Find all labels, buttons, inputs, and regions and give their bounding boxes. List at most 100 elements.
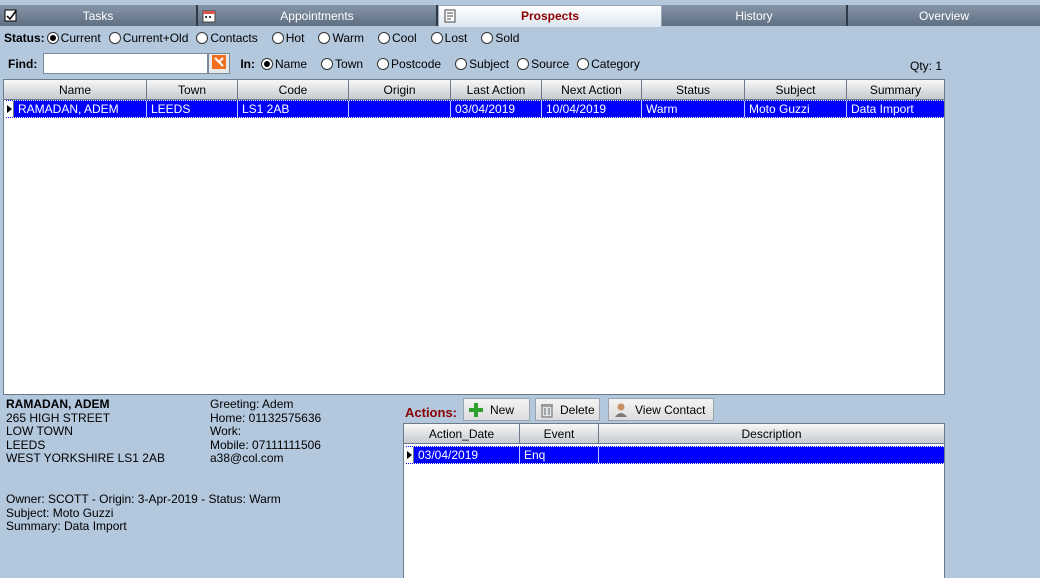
column-header-next-action[interactable]: Next Action [542, 80, 642, 99]
radio-button[interactable] [577, 57, 590, 70]
checkbox-icon [4, 8, 18, 22]
find-radio-postcode[interactable]: Postcode [377, 57, 441, 71]
summary-line: Summary: Data Import [6, 519, 127, 533]
cell-next-action[interactable]: 10/04/2019 [542, 101, 642, 117]
find-radio-town[interactable]: Town [321, 57, 363, 71]
cell-name[interactable]: RAMADAN, ADEM [14, 101, 147, 117]
column-header-event[interactable]: Event [520, 424, 599, 443]
radio-label: Category [591, 56, 640, 71]
row-indicator-icon [4, 101, 14, 117]
tab-appointments[interactable]: Appointments [198, 5, 438, 26]
quantity-count: Qty: 1 [910, 59, 943, 73]
calendar-icon [202, 8, 216, 23]
find-radio-subject[interactable]: Subject [455, 57, 509, 71]
radio-label: Name [275, 56, 308, 71]
cell-status[interactable]: Warm [642, 101, 745, 117]
column-header-action-date[interactable]: Action_Date [404, 424, 520, 443]
radio-label: Warm [332, 31, 364, 45]
radio-button[interactable] [261, 57, 273, 70]
column-header-last-action[interactable]: Last Action [451, 80, 542, 99]
cell-subject[interactable]: Moto Guzzi [745, 101, 847, 117]
radio-button[interactable] [481, 32, 494, 44]
radio-label: Current+Old [122, 31, 189, 45]
radio-button[interactable] [430, 32, 443, 44]
contact-person-icon [613, 402, 629, 418]
button-label: View Contact [635, 402, 706, 417]
delete-action-button[interactable]: Delete [535, 398, 600, 421]
radio-button[interactable] [318, 32, 331, 44]
tab-overview[interactable]: Overview [848, 5, 1040, 26]
radio-button[interactable] [455, 57, 468, 70]
status-label: Status: [4, 31, 45, 45]
greeting-text: Greeting: Adem [210, 397, 294, 411]
status-radio-hot[interactable]: Hot [271, 31, 304, 45]
status-radio-warm[interactable]: Warm [318, 31, 364, 45]
radio-button[interactable] [377, 32, 390, 44]
view-contact-button[interactable]: View Contact [608, 398, 714, 421]
table-row[interactable]: 03/04/2019 Enq [404, 446, 944, 464]
radio-label: Town [335, 56, 364, 71]
tab-history[interactable]: History [662, 5, 848, 26]
button-label: New [490, 402, 515, 417]
column-header-town[interactable]: Town [147, 80, 238, 99]
column-header-origin[interactable]: Origin [349, 80, 451, 99]
table-row[interactable]: RAMADAN, ADEM LEEDS LS1 2AB 03/04/2019 1… [4, 100, 944, 118]
tab-label: History [735, 9, 773, 23]
radio-button[interactable] [271, 32, 284, 44]
radio-label: Source [531, 56, 570, 71]
tab-label: Overview [918, 9, 969, 23]
prospects-grid[interactable]: Name Town Code Origin Last Action Next A… [3, 79, 945, 395]
find-radio-name[interactable]: Name [261, 57, 307, 71]
cell-town[interactable]: LEEDS [147, 101, 238, 117]
radio-button[interactable] [196, 32, 209, 44]
radio-button[interactable] [46, 32, 59, 44]
mobile-phone: Mobile: 07111111506 [210, 437, 321, 452]
prospect-address: RAMADAN, ADEM 265 HIGH STREET LOW TOWN L… [6, 397, 165, 466]
radio-button[interactable] [321, 57, 334, 70]
status-radio-cool[interactable]: Cool [377, 31, 417, 45]
column-header-summary[interactable]: Summary [847, 80, 944, 99]
column-header-subject[interactable]: Subject [745, 80, 847, 99]
status-radio-current-old[interactable]: Current+Old [108, 31, 189, 45]
radio-button[interactable] [517, 57, 530, 70]
status-radio-lost[interactable]: Lost [430, 31, 467, 45]
actions-label: Actions: [405, 405, 457, 420]
plus-icon [468, 402, 484, 418]
status-radio-contacts[interactable]: Contacts [196, 31, 258, 45]
tab-label: Tasks [82, 9, 114, 23]
new-action-button[interactable]: New [463, 398, 530, 421]
find-input[interactable] [43, 53, 209, 74]
in-label: In: [240, 56, 255, 71]
status-radio-current[interactable]: Current [46, 31, 101, 45]
trash-icon [540, 402, 554, 418]
actions-grid[interactable]: Action_Date Event Description 03/04/2019… [403, 423, 945, 578]
address-city: LEEDS [6, 437, 46, 452]
cell-summary[interactable]: Data Import [847, 101, 944, 117]
cell-last-action[interactable]: 03/04/2019 [451, 101, 542, 117]
radio-button[interactable] [108, 32, 121, 44]
prospects-icon [443, 9, 457, 23]
work-phone: Work: [210, 424, 242, 438]
cell-event[interactable]: Enq [520, 447, 599, 463]
cell-action-date[interactable]: 03/04/2019 [414, 447, 520, 463]
search-go-icon [211, 54, 227, 73]
tab-tasks[interactable]: Tasks [0, 5, 198, 26]
tab-label: Appointments [280, 9, 354, 23]
column-header-status[interactable]: Status [642, 80, 745, 99]
address-line-1: 265 HIGH STREET [6, 410, 111, 425]
find-radio-category[interactable]: Category [577, 57, 640, 71]
tab-prospects[interactable]: Prospects [438, 5, 662, 27]
radio-label: Cool [391, 31, 417, 45]
column-header-code[interactable]: Code [238, 80, 349, 99]
radio-button[interactable] [377, 57, 390, 70]
find-button[interactable] [208, 53, 231, 74]
cell-origin[interactable] [349, 101, 451, 117]
address-county-postcode: WEST YORKSHIRE LS1 2AB [6, 451, 165, 465]
column-header-description[interactable]: Description [599, 424, 944, 443]
grid-header: Name Town Code Origin Last Action Next A… [4, 80, 944, 100]
cell-description[interactable] [599, 447, 944, 463]
find-radio-source[interactable]: Source [517, 57, 569, 71]
status-radio-sold[interactable]: Sold [481, 31, 519, 45]
column-header-name[interactable]: Name [4, 80, 147, 99]
cell-code[interactable]: LS1 2AB [238, 101, 349, 117]
